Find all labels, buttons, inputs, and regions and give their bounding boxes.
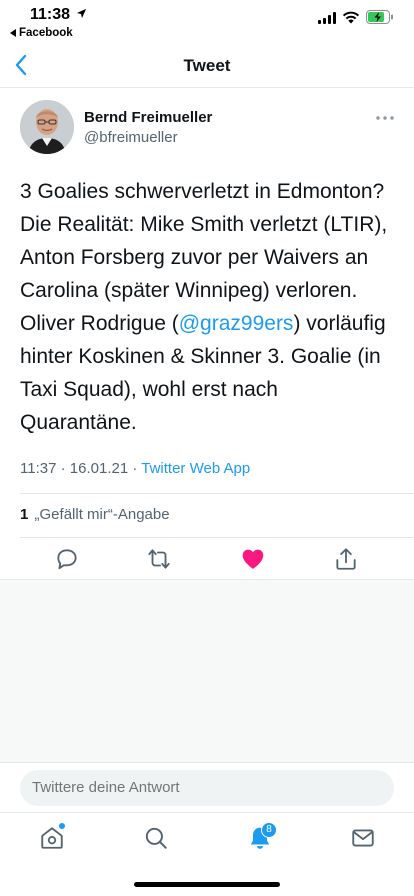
tweet-actions (0, 540, 414, 578)
meta-separator: · (132, 460, 142, 477)
tweet-meta: 11:37 · 16.01.21 · Twitter Web App (20, 460, 250, 477)
more-options-icon[interactable] (376, 116, 394, 120)
reply-input[interactable] (20, 770, 394, 806)
mention-link[interactable]: @graz99ers (179, 312, 294, 335)
battery-charging-icon (366, 10, 393, 24)
like-count: 1 (20, 506, 29, 523)
back-to-app-link[interactable]: Facebook (10, 27, 73, 39)
reply-composer (0, 762, 414, 812)
author-name[interactable]: Bernd Freimueller (84, 109, 212, 126)
page-title: Tweet (183, 56, 231, 75)
back-app-label: Facebook (19, 27, 73, 39)
tweet-source-link[interactable]: Twitter Web App (141, 460, 250, 477)
status-time: 11:38 (30, 6, 71, 23)
location-arrow-icon (76, 8, 87, 19)
tab-home[interactable] (39, 823, 67, 853)
navigation-bar: Tweet (0, 44, 414, 88)
tweet-date: 16.01.21 (69, 460, 129, 477)
tweet-time: 11:37 (20, 460, 57, 477)
like-heart-icon[interactable] (240, 546, 266, 572)
back-triangle-icon (10, 29, 16, 37)
tab-notifications[interactable]: 8 (247, 822, 277, 853)
author-handle[interactable]: @bfreimueller (84, 129, 178, 146)
retweet-icon[interactable] (146, 546, 172, 572)
wifi-icon (342, 11, 360, 24)
tab-messages[interactable] (350, 825, 378, 853)
search-icon (145, 827, 167, 849)
like-label: „Gefällt mir“-Angabe (34, 506, 170, 523)
divider (20, 493, 414, 494)
tab-explore[interactable] (143, 825, 171, 853)
tweet-text: 3 Goalies schwerverletzt in Edmonton? Di… (20, 175, 400, 439)
reply-icon[interactable] (54, 546, 80, 572)
status-bar: 11:38 Facebook (0, 0, 414, 44)
notification-badge: 8 (261, 822, 277, 838)
mail-icon (352, 829, 374, 847)
profile-photo-icon (20, 100, 74, 154)
divider (20, 537, 414, 538)
avatar[interactable] (20, 100, 74, 154)
cellular-signal-icon (318, 12, 336, 24)
replies-area (0, 579, 414, 762)
share-icon[interactable] (333, 546, 359, 572)
tweet-author: Bernd Freimueller @bfreimueller (0, 100, 414, 160)
new-content-dot (59, 823, 65, 829)
home-indicator[interactable] (134, 882, 280, 887)
meta-separator: · (60, 460, 70, 477)
likes-summary[interactable]: 1 „Gefällt mir“-Angabe (20, 506, 170, 523)
